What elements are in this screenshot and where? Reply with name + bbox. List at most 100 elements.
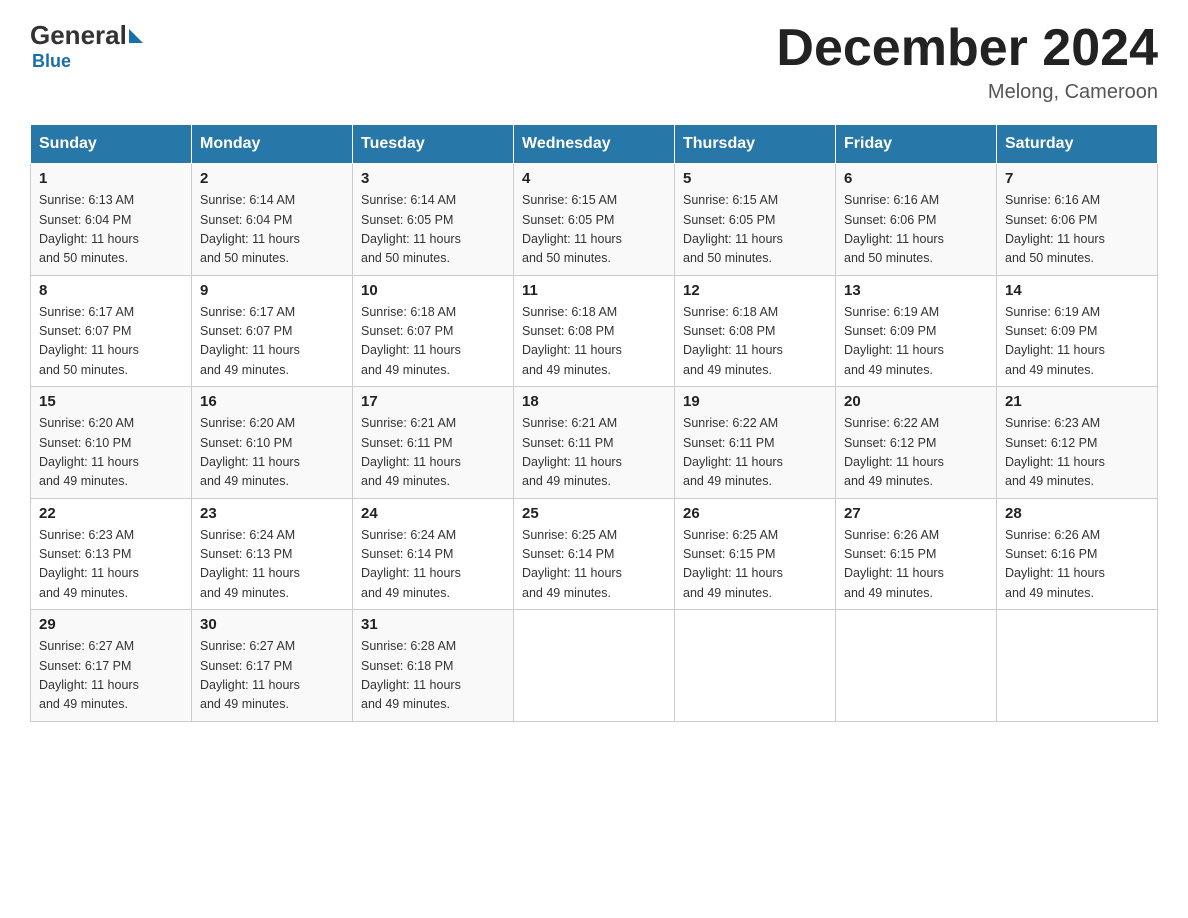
calendar-day-cell: 29 Sunrise: 6:27 AM Sunset: 6:17 PM Dayl… [31,610,192,722]
day-info: Sunrise: 6:19 AM Sunset: 6:09 PM Dayligh… [1005,303,1149,381]
calendar-day-cell: 9 Sunrise: 6:17 AM Sunset: 6:07 PM Dayli… [192,275,353,387]
day-info: Sunrise: 6:17 AM Sunset: 6:07 PM Dayligh… [39,303,183,381]
calendar-day-cell: 11 Sunrise: 6:18 AM Sunset: 6:08 PM Dayl… [514,275,675,387]
calendar-day-cell: 14 Sunrise: 6:19 AM Sunset: 6:09 PM Dayl… [997,275,1158,387]
day-info: Sunrise: 6:24 AM Sunset: 6:14 PM Dayligh… [361,526,505,604]
calendar-week-row: 29 Sunrise: 6:27 AM Sunset: 6:17 PM Dayl… [31,610,1158,722]
day-number: 31 [361,616,505,633]
day-number: 14 [1005,282,1149,299]
calendar-day-cell: 5 Sunrise: 6:15 AM Sunset: 6:05 PM Dayli… [675,164,836,276]
calendar-week-row: 1 Sunrise: 6:13 AM Sunset: 6:04 PM Dayli… [31,164,1158,276]
calendar-day-cell: 22 Sunrise: 6:23 AM Sunset: 6:13 PM Dayl… [31,498,192,610]
day-number: 4 [522,170,666,187]
day-number: 2 [200,170,344,187]
day-info: Sunrise: 6:25 AM Sunset: 6:14 PM Dayligh… [522,526,666,604]
day-number: 29 [39,616,183,633]
day-info: Sunrise: 6:18 AM Sunset: 6:07 PM Dayligh… [361,303,505,381]
calendar-header-row: Sunday Monday Tuesday Wednesday Thursday… [31,125,1158,164]
day-info: Sunrise: 6:21 AM Sunset: 6:11 PM Dayligh… [522,414,666,492]
header-monday: Monday [192,125,353,164]
location: Melong, Cameroon [776,81,1158,104]
calendar-day-cell: 28 Sunrise: 6:26 AM Sunset: 6:16 PM Dayl… [997,498,1158,610]
day-info: Sunrise: 6:18 AM Sunset: 6:08 PM Dayligh… [522,303,666,381]
header-tuesday: Tuesday [353,125,514,164]
day-info: Sunrise: 6:20 AM Sunset: 6:10 PM Dayligh… [39,414,183,492]
day-number: 13 [844,282,988,299]
day-info: Sunrise: 6:22 AM Sunset: 6:12 PM Dayligh… [844,414,988,492]
logo-general-text: General [30,20,127,51]
day-info: Sunrise: 6:17 AM Sunset: 6:07 PM Dayligh… [200,303,344,381]
day-number: 24 [361,505,505,522]
day-info: Sunrise: 6:23 AM Sunset: 6:13 PM Dayligh… [39,526,183,604]
day-info: Sunrise: 6:23 AM Sunset: 6:12 PM Dayligh… [1005,414,1149,492]
day-number: 23 [200,505,344,522]
day-info: Sunrise: 6:16 AM Sunset: 6:06 PM Dayligh… [844,191,988,269]
calendar-day-cell: 26 Sunrise: 6:25 AM Sunset: 6:15 PM Dayl… [675,498,836,610]
day-info: Sunrise: 6:22 AM Sunset: 6:11 PM Dayligh… [683,414,827,492]
day-number: 3 [361,170,505,187]
title-area: December 2024 Melong, Cameroon [776,20,1158,104]
header-thursday: Thursday [675,125,836,164]
calendar-day-cell: 27 Sunrise: 6:26 AM Sunset: 6:15 PM Dayl… [836,498,997,610]
day-number: 20 [844,393,988,410]
day-number: 11 [522,282,666,299]
calendar-day-cell: 18 Sunrise: 6:21 AM Sunset: 6:11 PM Dayl… [514,387,675,499]
day-info: Sunrise: 6:25 AM Sunset: 6:15 PM Dayligh… [683,526,827,604]
day-info: Sunrise: 6:28 AM Sunset: 6:18 PM Dayligh… [361,637,505,715]
day-number: 26 [683,505,827,522]
header-sunday: Sunday [31,125,192,164]
header-saturday: Saturday [997,125,1158,164]
day-info: Sunrise: 6:27 AM Sunset: 6:17 PM Dayligh… [39,637,183,715]
calendar-day-cell: 7 Sunrise: 6:16 AM Sunset: 6:06 PM Dayli… [997,164,1158,276]
calendar-day-cell: 17 Sunrise: 6:21 AM Sunset: 6:11 PM Dayl… [353,387,514,499]
day-number: 30 [200,616,344,633]
day-info: Sunrise: 6:26 AM Sunset: 6:16 PM Dayligh… [1005,526,1149,604]
calendar-day-cell: 8 Sunrise: 6:17 AM Sunset: 6:07 PM Dayli… [31,275,192,387]
calendar-day-cell: 6 Sunrise: 6:16 AM Sunset: 6:06 PM Dayli… [836,164,997,276]
calendar-day-cell: 12 Sunrise: 6:18 AM Sunset: 6:08 PM Dayl… [675,275,836,387]
day-number: 18 [522,393,666,410]
day-info: Sunrise: 6:14 AM Sunset: 6:04 PM Dayligh… [200,191,344,269]
calendar-day-cell [675,610,836,722]
calendar-day-cell: 1 Sunrise: 6:13 AM Sunset: 6:04 PM Dayli… [31,164,192,276]
header-wednesday: Wednesday [514,125,675,164]
day-info: Sunrise: 6:20 AM Sunset: 6:10 PM Dayligh… [200,414,344,492]
calendar-day-cell: 15 Sunrise: 6:20 AM Sunset: 6:10 PM Dayl… [31,387,192,499]
calendar-day-cell: 4 Sunrise: 6:15 AM Sunset: 6:05 PM Dayli… [514,164,675,276]
calendar-week-row: 22 Sunrise: 6:23 AM Sunset: 6:13 PM Dayl… [31,498,1158,610]
calendar-day-cell [836,610,997,722]
day-info: Sunrise: 6:16 AM Sunset: 6:06 PM Dayligh… [1005,191,1149,269]
day-info: Sunrise: 6:15 AM Sunset: 6:05 PM Dayligh… [683,191,827,269]
day-number: 9 [200,282,344,299]
header-friday: Friday [836,125,997,164]
month-title: December 2024 [776,20,1158,77]
day-number: 21 [1005,393,1149,410]
calendar-day-cell: 20 Sunrise: 6:22 AM Sunset: 6:12 PM Dayl… [836,387,997,499]
calendar-day-cell: 24 Sunrise: 6:24 AM Sunset: 6:14 PM Dayl… [353,498,514,610]
logo: General Blue [30,20,145,72]
logo-arrow-icon [129,29,143,43]
calendar-week-row: 15 Sunrise: 6:20 AM Sunset: 6:10 PM Dayl… [31,387,1158,499]
calendar-day-cell: 21 Sunrise: 6:23 AM Sunset: 6:12 PM Dayl… [997,387,1158,499]
day-number: 17 [361,393,505,410]
day-number: 19 [683,393,827,410]
calendar-day-cell: 23 Sunrise: 6:24 AM Sunset: 6:13 PM Dayl… [192,498,353,610]
calendar-day-cell [514,610,675,722]
calendar-day-cell: 16 Sunrise: 6:20 AM Sunset: 6:10 PM Dayl… [192,387,353,499]
day-info: Sunrise: 6:24 AM Sunset: 6:13 PM Dayligh… [200,526,344,604]
calendar-day-cell: 10 Sunrise: 6:18 AM Sunset: 6:07 PM Dayl… [353,275,514,387]
logo-blue-text: Blue [32,51,71,71]
day-number: 10 [361,282,505,299]
day-info: Sunrise: 6:19 AM Sunset: 6:09 PM Dayligh… [844,303,988,381]
day-info: Sunrise: 6:13 AM Sunset: 6:04 PM Dayligh… [39,191,183,269]
calendar-day-cell: 30 Sunrise: 6:27 AM Sunset: 6:17 PM Dayl… [192,610,353,722]
day-number: 7 [1005,170,1149,187]
calendar-day-cell: 31 Sunrise: 6:28 AM Sunset: 6:18 PM Dayl… [353,610,514,722]
day-info: Sunrise: 6:21 AM Sunset: 6:11 PM Dayligh… [361,414,505,492]
calendar-week-row: 8 Sunrise: 6:17 AM Sunset: 6:07 PM Dayli… [31,275,1158,387]
day-info: Sunrise: 6:15 AM Sunset: 6:05 PM Dayligh… [522,191,666,269]
day-number: 1 [39,170,183,187]
day-number: 15 [39,393,183,410]
calendar-day-cell [997,610,1158,722]
day-number: 12 [683,282,827,299]
